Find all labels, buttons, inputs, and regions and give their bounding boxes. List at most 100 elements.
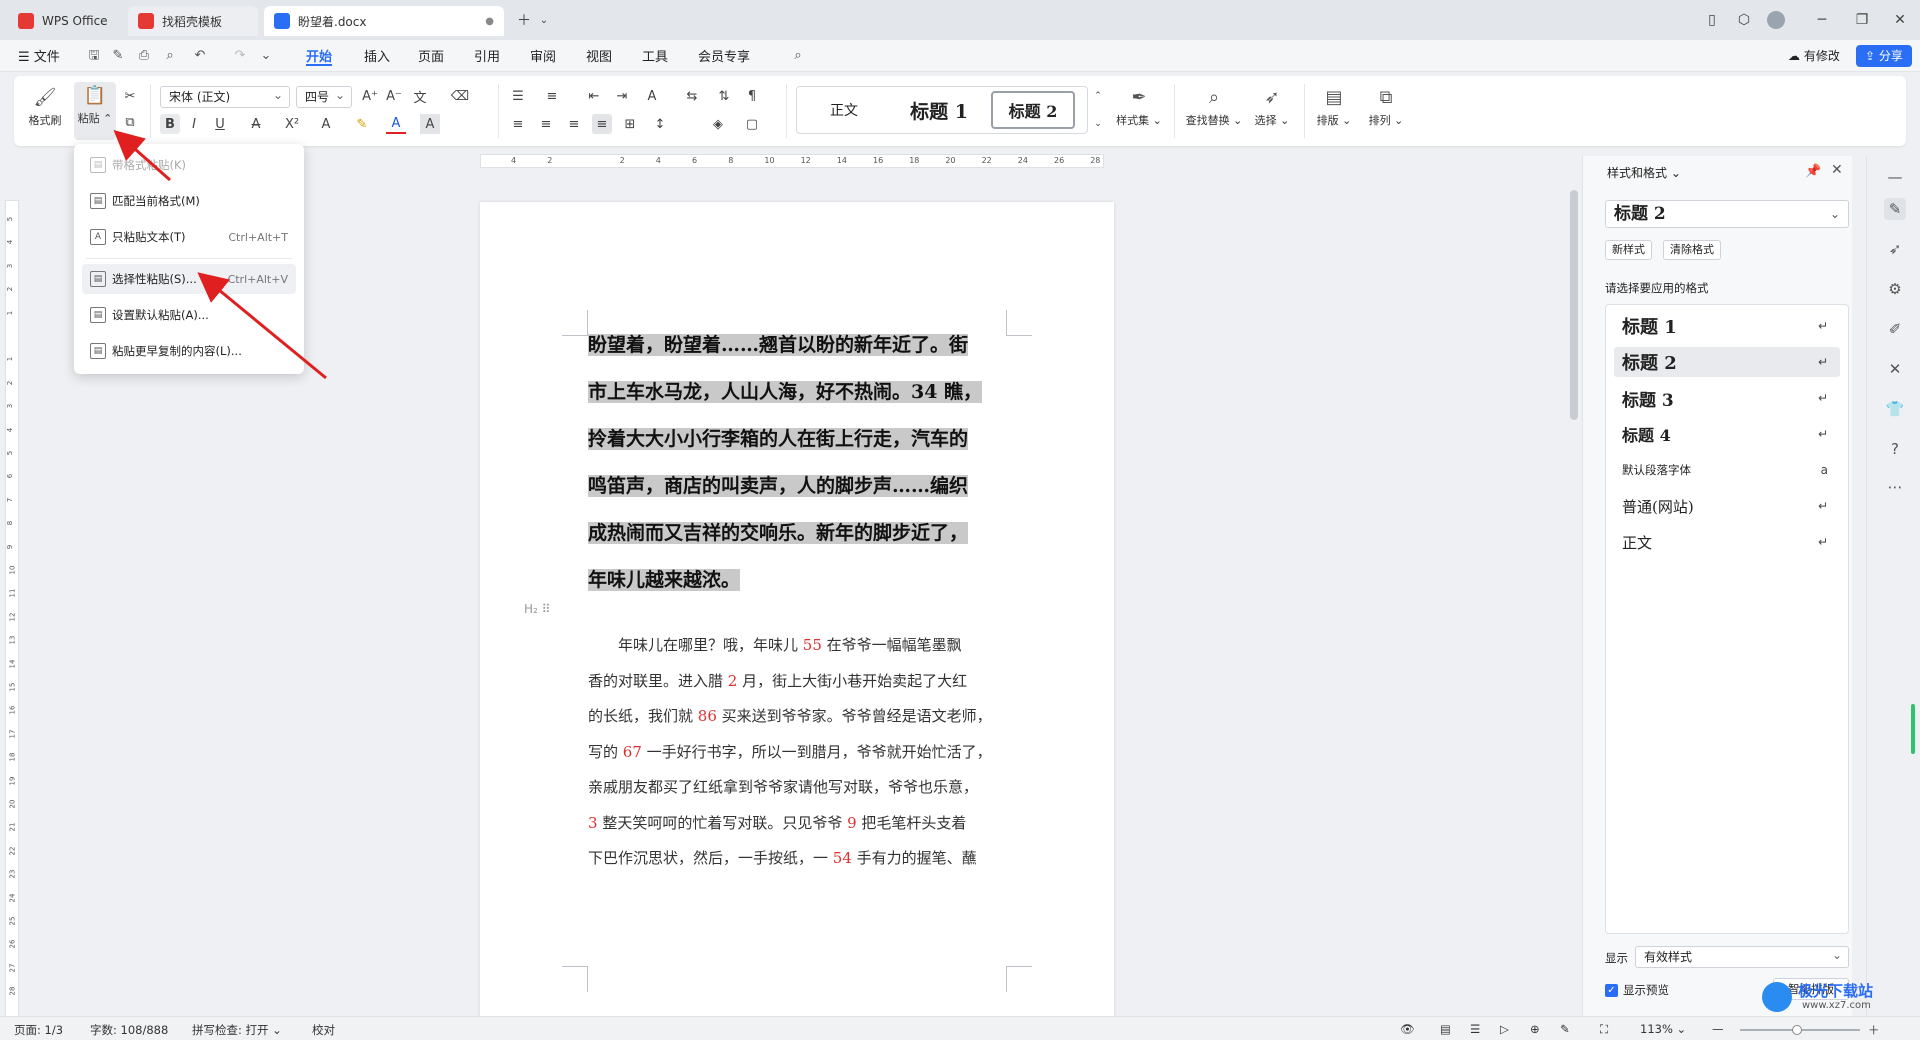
increase-font-icon[interactable]: A⁺ [360,86,380,106]
document-page[interactable]: H₂ ⠿ 盼望着，盼望着……翘首以盼的新年近了。街 市上车水马龙，人山人海，好不热… [480,202,1114,1040]
superscript-icon[interactable]: X² [282,114,302,134]
minimize-icon[interactable]: ─ [1810,8,1834,32]
tab-docer[interactable]: 找稻壳模板 [128,6,258,36]
decrease-indent-icon[interactable]: ⇤ [584,86,604,106]
layout-icon[interactable]: ▯ [1700,8,1724,32]
justify-icon[interactable]: ≡ [592,114,612,134]
undo-icon[interactable]: ↶ [192,48,208,64]
style-list-item[interactable]: 标题 4 ↵ [1614,419,1840,449]
paste-keep-format[interactable]: ▤ 带格式粘贴(K) [82,150,296,180]
align-left-icon[interactable]: ≡ [508,114,528,134]
zoom-slider-thumb[interactable] [1792,1025,1802,1035]
select-cursor-icon[interactable]: ➶ [1884,238,1906,260]
help-icon[interactable]: ? [1884,438,1906,460]
zoom-out-icon[interactable]: — [1712,1022,1724,1036]
layout-button[interactable]: ▤ 排版 ⌄ [1312,84,1356,128]
tab-insert[interactable]: 插入 [364,46,390,66]
print-preview-icon[interactable]: ⌕ [162,48,178,64]
unsaved-dot-icon[interactable]: ● [485,16,494,27]
show-preview-checkbox[interactable]: ✓ 显示预览 [1605,982,1669,998]
collapse-icon[interactable]: — [1884,166,1906,188]
file-menu[interactable]: ☰ 文件 [18,46,60,66]
text-effect-icon[interactable]: A [316,114,336,134]
text-direction-icon[interactable]: ⇆ [682,86,702,106]
paste-match-format[interactable]: ▤ 匹配当前格式(M) [82,186,296,216]
save-icon[interactable]: 🖫 [86,48,102,64]
current-style-select[interactable]: 标题 2 ⌄ [1605,200,1849,228]
underline-icon[interactable]: U [210,114,230,134]
increase-indent-icon[interactable]: ⇥ [612,86,632,106]
redo-icon[interactable]: ↷ [232,48,248,64]
style-list-item[interactable]: 正文 ↵ [1614,527,1840,557]
phonetic-icon[interactable]: 文 [410,86,430,106]
paste-earlier-content[interactable]: ▤ 粘贴更早复制的内容(L)... [82,336,296,366]
paste-set-default[interactable]: ▤ 设置默认粘贴(A)... [82,300,296,330]
avatar[interactable] [1764,8,1788,32]
style-set-button[interactable]: ✒ 样式集 ⌄ [1114,84,1164,128]
paste-button[interactable]: 📋 粘贴 ⌃ [74,82,116,140]
strikethrough-icon[interactable]: A [246,114,266,134]
style-list-item[interactable]: 标题 1 ↵ [1614,311,1840,341]
heading-level-marker[interactable]: H₂ ⠿ [524,602,550,616]
show-filter-select[interactable]: 有效样式 [1635,945,1849,968]
highlight-icon[interactable]: ✎ [352,114,372,134]
share-button[interactable]: ⇪ 分享 [1856,45,1912,67]
style-scroll-up-icon[interactable]: ⌃ [1088,86,1108,106]
tab-tools[interactable]: 工具 [642,46,668,66]
eye-icon[interactable]: 👁 [1400,1022,1415,1036]
arrange-button[interactable]: ⧉ 排列 ⌄ [1364,84,1408,128]
bold-icon[interactable]: B [160,114,180,134]
restore-icon[interactable]: ❐ [1850,8,1874,32]
format-painter-button[interactable]: 🖌 格式刷 [24,84,66,128]
close-panel-icon[interactable]: ✕ [1831,162,1843,178]
edit-doc-icon[interactable]: ✐ [1884,318,1906,340]
fit-icon[interactable]: ⛶ [1600,1022,1608,1037]
horizontal-ruler[interactable]: 4 2 2 4 6 8 10 12 14 16 18 20 22 24 26 28 [480,154,1104,168]
style-list-item[interactable]: 标题 2 ↵ [1614,347,1840,377]
web-view-icon[interactable]: ⊕ [1530,1022,1540,1036]
proofread[interactable]: 校对 [312,1022,335,1038]
cut-icon[interactable]: ✂ [120,86,140,106]
tab-home[interactable]: 开始 [306,46,333,66]
italic-icon[interactable]: I [184,114,204,134]
border-icon[interactable]: ▢ [742,114,762,134]
pen-view-icon[interactable]: ✎ [1560,1022,1570,1036]
tab-member[interactable]: 会员专享 [698,46,750,66]
zoom-in-icon[interactable]: ＋ [1868,1022,1880,1038]
style-heading-2[interactable]: 标题 2 [991,91,1075,129]
adjust-icon[interactable]: ⚙ [1884,278,1906,300]
more-icon[interactable]: ⋯ [1884,476,1906,498]
outline-view-icon[interactable]: ☰ [1470,1022,1480,1036]
document-scrollbar[interactable] [1570,190,1578,420]
pin-icon[interactable]: 📌 [1805,164,1821,179]
search-icon[interactable]: ⌕ [790,48,806,64]
tab-page[interactable]: 页面 [418,46,444,66]
style-list-item[interactable]: 默认段落字体 a [1614,455,1840,485]
char-shading-icon[interactable]: A [420,114,440,134]
zoom-slider[interactable] [1740,1025,1860,1035]
tab-references[interactable]: 引用 [474,46,500,66]
scroll-indicator[interactable] [1911,704,1915,754]
style-scroll-down-icon[interactable]: ⌄ [1088,114,1108,134]
sort-icon[interactable]: ⇅ [714,86,734,106]
page-count[interactable]: 页面: 1/3 [14,1022,63,1038]
print-icon[interactable]: ⎙ [136,48,152,64]
clear-format-icon[interactable]: ⌫ [450,86,470,106]
select-button[interactable]: ➶ 选择 ⌄ [1250,84,1294,128]
chinese-layout-icon[interactable]: A [642,86,662,106]
shading-icon[interactable]: ◈ [708,114,728,134]
tab-document[interactable]: 盼望着.docx ● [264,6,504,36]
distributed-icon[interactable]: ⊞ [620,114,640,134]
bullet-list-icon[interactable]: ☰ [508,86,528,106]
align-center-icon[interactable]: ≡ [536,114,556,134]
font-color-icon[interactable]: A [386,114,406,134]
new-style-button[interactable]: 新样式 [1605,240,1652,260]
style-heading-1[interactable]: 标题 1 [889,91,989,129]
line-spacing-icon[interactable]: ↕ [650,114,670,134]
pen-icon[interactable]: ✎ [110,48,126,64]
tools-icon[interactable]: ✕ [1884,358,1906,380]
panel-title[interactable]: 样式和格式 ⌄ [1607,164,1681,181]
close-icon[interactable]: ✕ [1888,8,1912,32]
copy-icon[interactable]: ⧉ [120,112,140,132]
find-replace-button[interactable]: ⌕ 查找替换 ⌄ [1184,84,1244,128]
